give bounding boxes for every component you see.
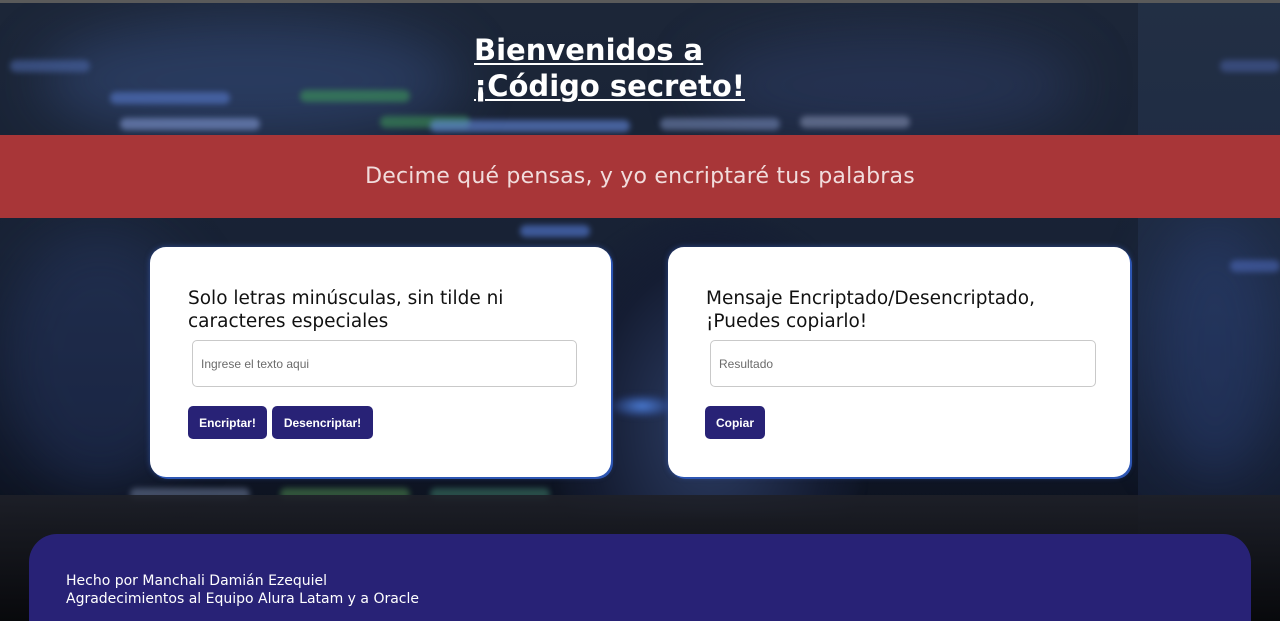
background-eyes	[612, 395, 672, 417]
result-heading-line1: Mensaje Encriptado/Desencriptado,	[706, 288, 1035, 309]
result-output[interactable]	[710, 340, 1096, 387]
encrypt-card-heading: Solo letras minúsculas, sin tilde ni car…	[188, 287, 568, 333]
footer: Hecho por Manchali Damián Ezequiel Agrad…	[29, 534, 1251, 621]
text-input[interactable]	[192, 340, 577, 387]
encrypt-heading-line1: Solo letras minúsculas, sin tilde ni	[188, 288, 504, 309]
footer-credit: Hecho por Manchali Damián Ezequiel	[66, 573, 328, 589]
banner-text: Decime qué pensas, y yo encriptaré tus p…	[365, 164, 915, 189]
banner: Decime qué pensas, y yo encriptaré tus p…	[0, 135, 1280, 218]
encrypt-card: Solo letras minúsculas, sin tilde ni car…	[150, 247, 611, 477]
page-title-line2: ¡Código secreto!	[474, 69, 746, 103]
page-title-line1: Bienvenidos a	[474, 33, 704, 67]
result-card: Mensaje Encriptado/Desencriptado, ¡Puede…	[668, 247, 1130, 477]
encrypt-button[interactable]: Encriptar!	[188, 406, 267, 439]
page-title: Bienvenidos a ¡Código secreto!	[474, 32, 745, 104]
encrypt-heading-line2: caracteres especiales	[188, 311, 389, 332]
decrypt-button[interactable]: Desencriptar!	[272, 406, 373, 439]
result-card-heading: Mensaje Encriptado/Desencriptado, ¡Puede…	[706, 287, 1086, 333]
copy-button[interactable]: Copiar	[705, 406, 765, 439]
footer-thanks: Agradecimientos al Equipo Alura Latam y …	[66, 591, 419, 607]
result-heading-line2: ¡Puedes copiarlo!	[706, 311, 868, 332]
